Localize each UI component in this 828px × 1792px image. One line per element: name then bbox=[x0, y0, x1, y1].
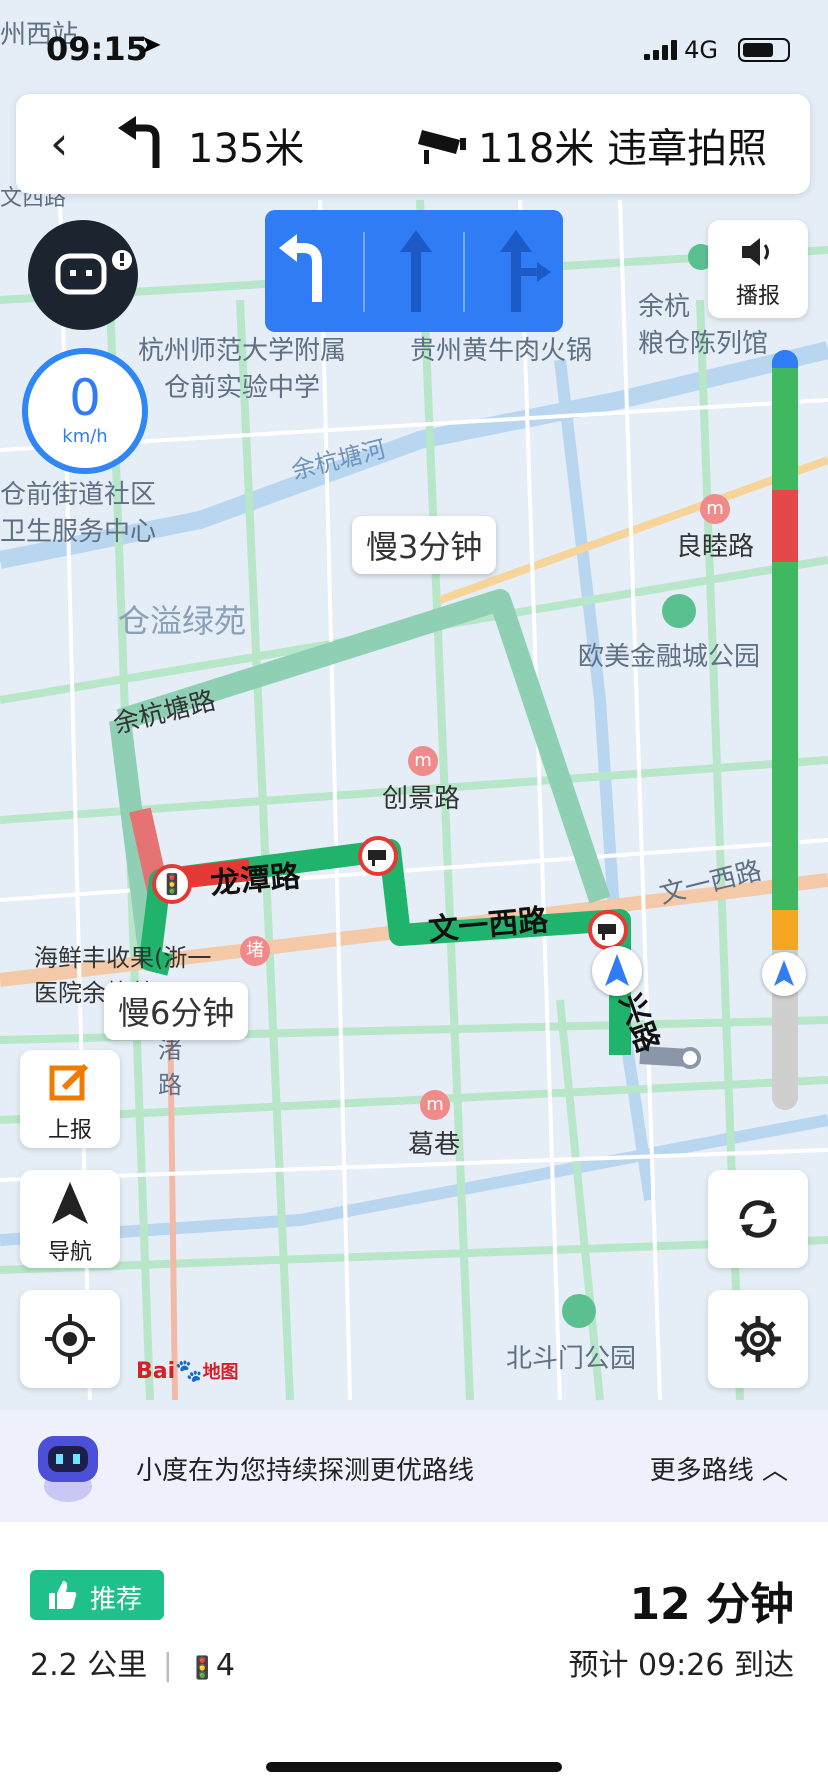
speed-camera-icon bbox=[588, 910, 628, 950]
traffic-light-count-icon: 🚦 bbox=[188, 1656, 216, 1681]
lane-left-turn-icon bbox=[279, 234, 322, 302]
refresh-icon bbox=[739, 1200, 777, 1238]
settings-button[interactable] bbox=[708, 1290, 808, 1388]
left-turn-icon bbox=[118, 116, 160, 168]
current-location-arrow-icon bbox=[592, 946, 642, 996]
speedometer: 0 km/h bbox=[22, 348, 148, 474]
recommended-label: 推荐 bbox=[90, 1585, 143, 1615]
park-icon bbox=[562, 1294, 596, 1328]
report-button[interactable]: 上报 bbox=[20, 1050, 120, 1148]
navigation-arrow-icon bbox=[52, 1182, 88, 1224]
map-label-garden: 仓溢绿苑 bbox=[118, 602, 247, 640]
status-bar: 09:15 ➤ 4G bbox=[0, 0, 828, 95]
camera-distance: 118米 违章拍照 bbox=[478, 126, 768, 172]
gear-icon bbox=[735, 1316, 781, 1362]
traffic-light-icon: 🚦 bbox=[152, 864, 192, 904]
map-label-chuangjing: 创景路 bbox=[382, 784, 461, 814]
map-label-restaurant: 贵州黄牛肉火锅 bbox=[410, 336, 593, 366]
xiaodu-message: 小度在为您持续探测更优路线 bbox=[136, 1456, 475, 1486]
route-slow-bubble[interactable]: 慢3分钟 bbox=[352, 516, 497, 574]
route-slow-bubble[interactable]: 慢6分钟 bbox=[104, 982, 249, 1040]
report-label: 上报 bbox=[47, 1118, 92, 1143]
battery-icon bbox=[738, 38, 790, 62]
route-duration: 12 分钟 bbox=[629, 1579, 794, 1630]
robot-face-icon bbox=[55, 250, 132, 295]
network-type: 4G bbox=[684, 36, 718, 64]
edit-report-icon bbox=[49, 1063, 89, 1101]
progress-position-icon bbox=[762, 952, 806, 996]
speed-unit: km/h bbox=[62, 426, 108, 447]
map-label-park-finance: 欧美金融城公园 bbox=[578, 642, 761, 672]
status-time: 09:15 bbox=[46, 30, 148, 68]
route-distance-row: 2.2 公里 | 🚦4 bbox=[30, 1648, 235, 1683]
park-icon bbox=[662, 594, 696, 628]
map-label-gexiang: 葛巷 bbox=[408, 1130, 461, 1160]
broadcast-button[interactable]: 播报 bbox=[708, 220, 808, 318]
back-button[interactable]: ‹ bbox=[50, 116, 68, 170]
speed-camera-icon bbox=[358, 836, 398, 876]
lane-guidance bbox=[265, 210, 563, 332]
camera-icon bbox=[418, 130, 466, 164]
map-canvas[interactable]: 州西站 文西路 杭州师范大学附属 仓前实验中学 贵州黄牛肉火锅 余杭 粮仓陈列馆… bbox=[0, 0, 828, 1410]
xiaodu-route-bar[interactable]: 小度在为您持续探测更优路线 更多路线 ︿ bbox=[0, 1410, 828, 1522]
lane-straight-right-icon bbox=[500, 230, 551, 312]
speed-value: 0 bbox=[69, 369, 101, 427]
home-indicator bbox=[266, 1762, 562, 1772]
xiaodu-assistant-button[interactable] bbox=[28, 220, 138, 330]
more-routes-button[interactable]: 更多路线 ︿ bbox=[650, 1450, 788, 1487]
traffic-progress-bar bbox=[772, 350, 798, 1110]
road-label-longtan: 龙潭路 bbox=[208, 859, 302, 902]
map-label-beidou: 北斗门公园 bbox=[506, 1344, 637, 1374]
recommended-badge: 推荐 bbox=[30, 1570, 164, 1620]
locate-crosshair-icon bbox=[45, 1314, 95, 1364]
traffic-light-count: 4 bbox=[215, 1648, 235, 1683]
metro-icon: m bbox=[408, 746, 438, 776]
xiaodu-robot-icon bbox=[38, 1436, 98, 1502]
speaker-icon bbox=[742, 238, 769, 266]
cell-signal-icon bbox=[644, 40, 678, 60]
route-summary-panel[interactable]: 推荐 12 分钟 2.2 公里 | 🚦4 预计 09:26 到达 bbox=[0, 1522, 828, 1792]
navigate-button[interactable]: 导航 bbox=[20, 1170, 120, 1268]
lane-straight-icon bbox=[400, 230, 432, 312]
map-label-zhu: 渚 路 bbox=[158, 1036, 182, 1099]
navigation-header: ‹ 135米 118米 违章拍照 bbox=[16, 94, 810, 194]
baidu-paw-icon: 🐾 bbox=[175, 1359, 203, 1384]
thumbs-up-icon bbox=[49, 1581, 77, 1609]
locate-button[interactable] bbox=[20, 1290, 120, 1388]
route-distance: 2.2 公里 bbox=[30, 1648, 148, 1683]
baidu-map-logo: Bai🐾地图 bbox=[136, 1359, 239, 1384]
navigate-label: 导航 bbox=[47, 1240, 92, 1265]
map-label-school: 杭州师范大学附属 仓前实验中学 bbox=[138, 336, 347, 403]
chevron-up-icon: ︿ bbox=[761, 1456, 788, 1486]
metro-icon: m bbox=[420, 1090, 450, 1120]
location-arrow-icon: ➤ bbox=[140, 30, 162, 60]
metro-icon: m bbox=[700, 494, 730, 524]
turn-distance: 135米 bbox=[188, 126, 305, 172]
camera-label: 违章拍照 bbox=[607, 126, 768, 172]
congestion-icon: 堵 bbox=[240, 936, 270, 966]
route-eta: 预计 09:26 到达 bbox=[568, 1648, 794, 1683]
broadcast-label: 播报 bbox=[735, 284, 780, 309]
map-label-health-center: 仓前街道社区 卫生服务中心 bbox=[0, 480, 157, 547]
refresh-route-button[interactable] bbox=[708, 1170, 808, 1268]
map-label-liangmu: 良睦路 bbox=[676, 532, 755, 562]
